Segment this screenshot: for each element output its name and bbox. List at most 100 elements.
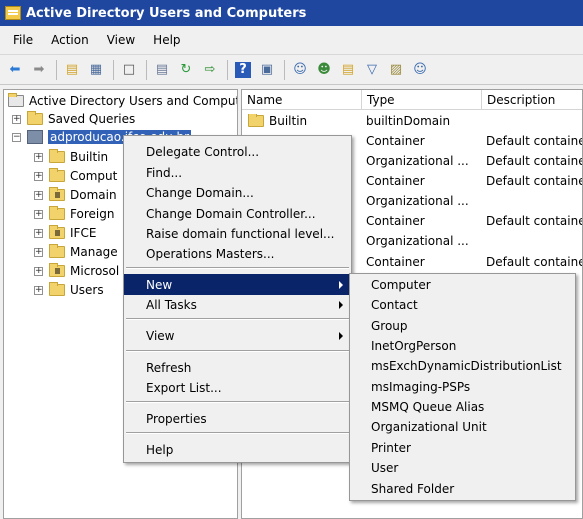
column-header-type[interactable]: Type: [362, 90, 482, 110]
console-icon[interactable]: ▣: [256, 59, 278, 81]
expand-icon[interactable]: +: [34, 152, 43, 162]
tree-item-managed[interactable]: + Manage: [34, 243, 118, 261]
row-type: Container: [366, 174, 425, 188]
expand-icon[interactable]: +: [34, 266, 43, 276]
tree-item-label: Domain: [70, 188, 117, 202]
submenu-item-contact[interactable]: Contact: [350, 295, 575, 315]
tree-item-label: Manage: [70, 245, 118, 259]
new-submenu: Computer Contact Group InetOrgPerson msE…: [349, 273, 576, 501]
tree-item-users[interactable]: + Users: [34, 281, 104, 299]
folder-icon: [49, 149, 65, 163]
submenu-item-user[interactable]: User: [350, 458, 575, 478]
filter-icon[interactable]: ▽: [361, 59, 383, 81]
find-icon[interactable]: ▨: [385, 59, 407, 81]
new-group-icon[interactable]: ☻: [313, 59, 335, 81]
expand-icon[interactable]: +: [34, 190, 43, 200]
tree-item-label: Comput: [70, 169, 118, 183]
menu-item-change-domain-controller[interactable]: Change Domain Controller...: [124, 203, 351, 224]
clipboard-icon[interactable]: □: [118, 59, 140, 81]
row-description: Default containe: [486, 154, 583, 168]
submenu-item-group[interactable]: Group: [350, 316, 575, 336]
menu-item-all-tasks[interactable]: All Tasks: [124, 294, 351, 315]
submenu-item-msimaging-psps[interactable]: msImaging-PSPs: [350, 377, 575, 397]
column-header-name[interactable]: Name: [242, 90, 362, 110]
tree-item-ifce[interactable]: + IFCE: [34, 224, 96, 242]
menu-separator: [126, 432, 349, 434]
show-hide-tree-icon[interactable]: ▦: [85, 59, 107, 81]
expand-icon[interactable]: +: [34, 247, 43, 257]
new-ou-icon[interactable]: ▤: [337, 59, 359, 81]
ou-folder-icon: [49, 225, 65, 239]
list-row[interactable]: Builtin builtinDomain: [242, 111, 582, 131]
export-icon[interactable]: ⇨: [199, 59, 221, 81]
menu-help[interactable]: Help: [144, 33, 189, 47]
toolbar-separator: [227, 59, 228, 80]
submenu-item-msmq-queue-alias[interactable]: MSMQ Queue Alias: [350, 397, 575, 417]
folder-icon: [248, 114, 264, 127]
submenu-item-msexch-dynamic-dl[interactable]: msExchDynamicDistributionList: [350, 356, 575, 376]
tree-root-label: Active Directory Users and Comput: [29, 94, 238, 108]
tree-item-label: Foreign: [70, 207, 115, 221]
tree-item-saved-queries[interactable]: + Saved Queries: [12, 110, 135, 128]
expand-icon[interactable]: +: [34, 285, 43, 295]
submenu-item-computer[interactable]: Computer: [350, 275, 575, 295]
menu-action[interactable]: Action: [42, 33, 98, 47]
expand-icon[interactable]: +: [34, 171, 43, 181]
new-user-icon[interactable]: ☺: [289, 59, 311, 81]
menu-item-properties[interactable]: Properties: [124, 408, 351, 429]
expand-icon[interactable]: +: [34, 209, 43, 219]
tree-item-computers[interactable]: + Comput: [34, 167, 117, 185]
menu-separator: [126, 267, 349, 269]
expand-icon[interactable]: +: [34, 228, 43, 238]
menu-file[interactable]: File: [4, 33, 42, 47]
row-type: Organizational ...: [366, 194, 469, 208]
refresh-icon[interactable]: ↻: [175, 59, 197, 81]
up-folder-icon[interactable]: ▤: [61, 59, 83, 81]
submenu-item-inetorgperson[interactable]: InetOrgPerson: [350, 336, 575, 356]
menu-item-export-list[interactable]: Export List...: [124, 377, 351, 398]
forward-icon[interactable]: ➡: [28, 59, 50, 81]
tree-item-builtin[interactable]: + Builtin: [34, 148, 108, 166]
help-icon[interactable]: ?: [232, 59, 254, 81]
tree-item-label: Builtin: [70, 150, 109, 164]
properties-icon[interactable]: ▤: [151, 59, 173, 81]
submenu-arrow-icon: [339, 281, 343, 289]
menu-item-raise-functional-level[interactable]: Raise domain functional level...: [124, 223, 351, 244]
row-type: Container: [366, 134, 425, 148]
list-header: Name Type Description: [242, 90, 582, 110]
row-description: Default containe: [486, 255, 583, 269]
menu-item-change-domain[interactable]: Change Domain...: [124, 182, 351, 203]
submenu-item-printer[interactable]: Printer: [350, 438, 575, 458]
submenu-item-shared-folder[interactable]: Shared Folder: [350, 479, 575, 499]
tree-item-label: Microsol: [70, 264, 120, 278]
menu-item-help[interactable]: Help: [124, 439, 351, 460]
expand-icon[interactable]: +: [12, 114, 21, 124]
app-icon: [5, 6, 21, 20]
menu-item-refresh[interactable]: Refresh: [124, 357, 351, 378]
collapse-icon[interactable]: −: [12, 132, 21, 142]
column-header-description[interactable]: Description: [482, 90, 582, 110]
toolbar-separator: [284, 59, 285, 80]
folder-icon: [49, 206, 65, 220]
back-icon[interactable]: ⬅: [4, 59, 26, 81]
tree-item-microsoft[interactable]: + Microsol: [34, 262, 119, 280]
menu-view[interactable]: View: [98, 33, 144, 47]
toolbar-separator: [146, 59, 147, 80]
tree-item-domain-controllers[interactable]: + Domain: [34, 186, 117, 204]
menu-item-view[interactable]: View: [124, 325, 351, 346]
menu-item-new[interactable]: New: [124, 274, 351, 295]
row-type: builtinDomain: [366, 114, 451, 128]
row-type: Organizational ...: [366, 234, 469, 248]
row-type: Container: [366, 255, 425, 269]
title-bar: Active Directory Users and Computers: [0, 0, 583, 26]
toolbar-separator: [113, 59, 114, 80]
menu-item-operations-masters[interactable]: Operations Masters...: [124, 243, 351, 264]
submenu-item-organizational-unit[interactable]: Organizational Unit: [350, 417, 575, 437]
tree-item-foreign-security[interactable]: + Foreign: [34, 205, 114, 223]
menu-item-find[interactable]: Find...: [124, 162, 351, 183]
add-to-group-icon[interactable]: ☺: [409, 59, 431, 81]
menu-item-delegate-control[interactable]: Delegate Control...: [124, 141, 351, 162]
tree-root[interactable]: Active Directory Users and Comput: [8, 92, 238, 110]
row-type: Organizational ...: [366, 154, 469, 168]
console-root-icon: [8, 93, 24, 107]
